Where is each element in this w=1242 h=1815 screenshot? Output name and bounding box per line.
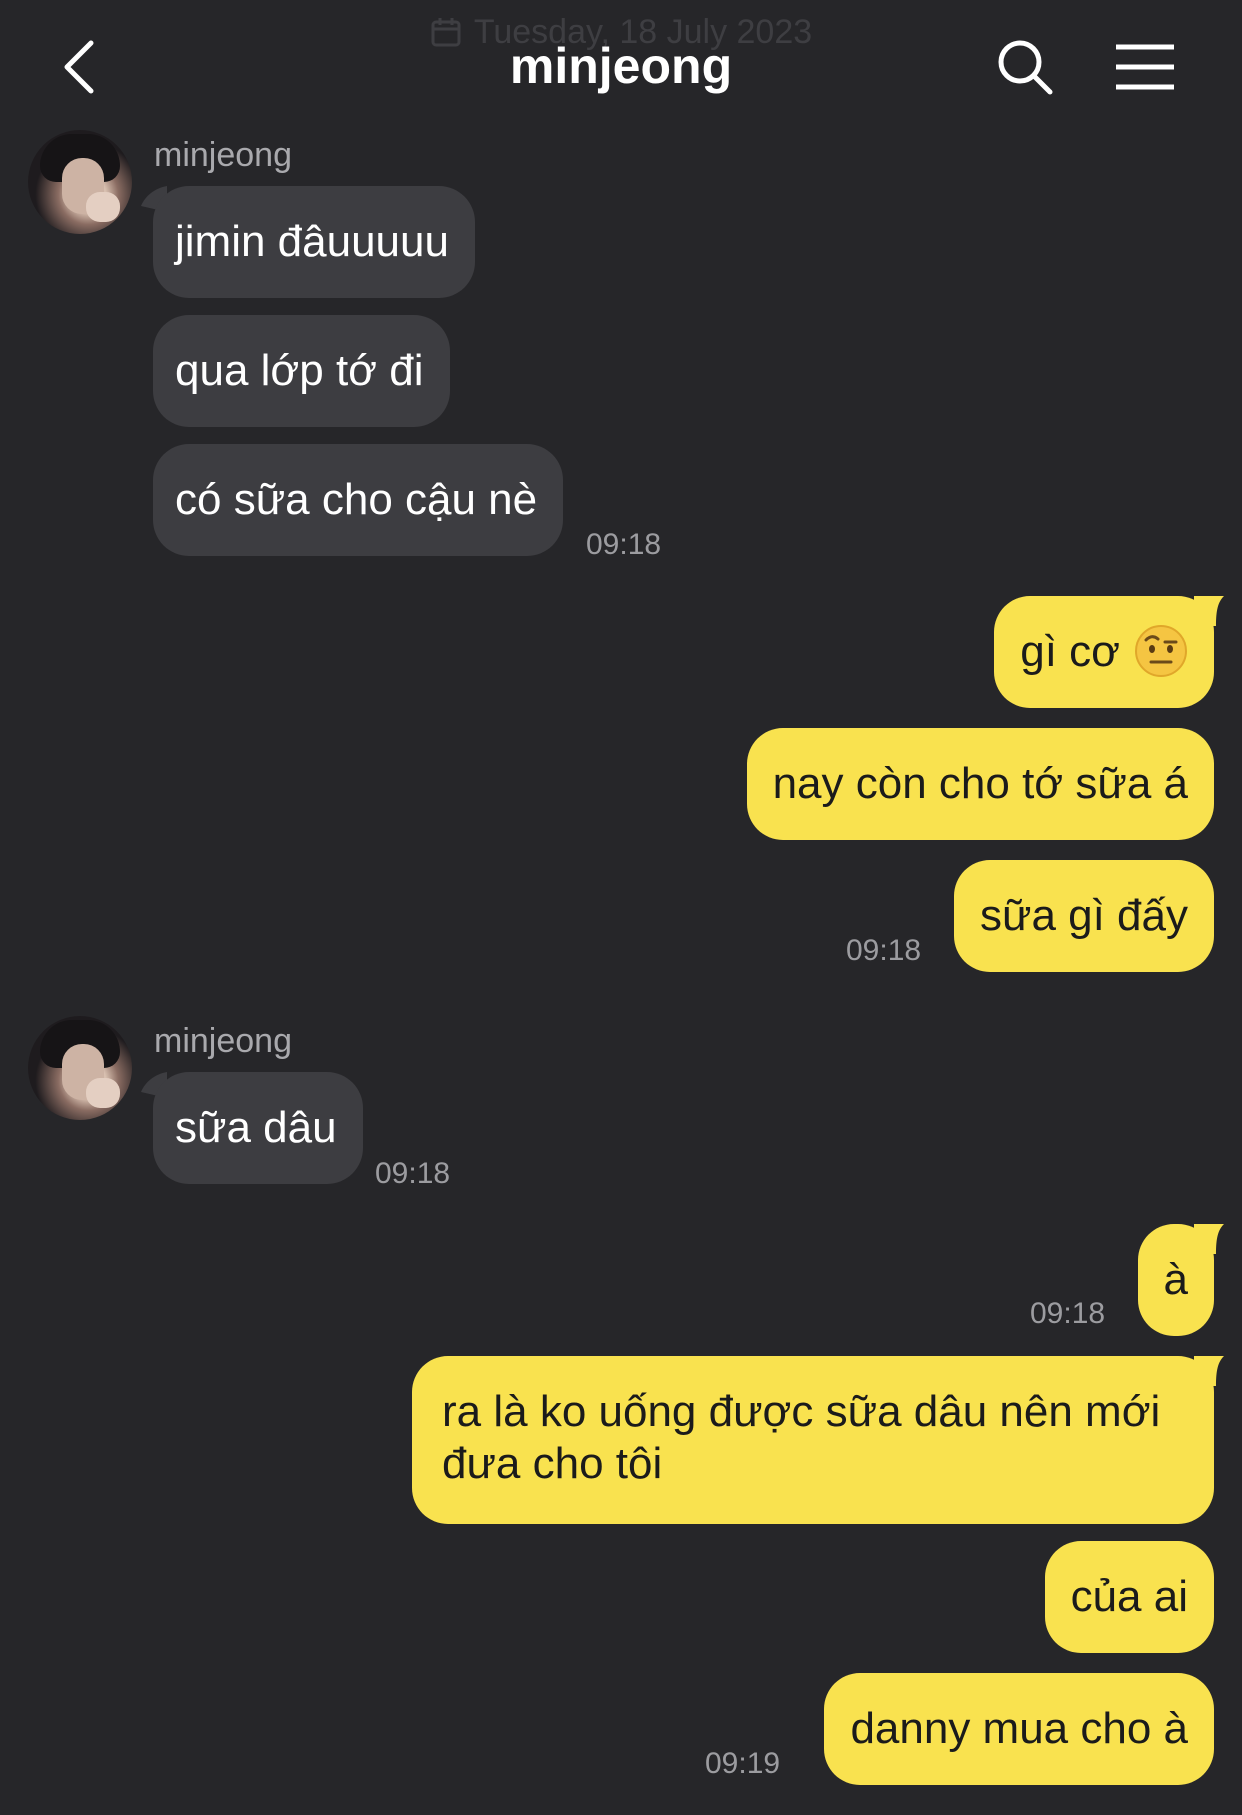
incoming-message[interactable]: có sữa cho cậu nè <box>153 444 564 556</box>
outgoing-message[interactable]: danny mua cho à <box>824 1673 1214 1785</box>
incoming-message[interactable]: sữa dâu <box>153 1072 363 1184</box>
message-time: 09:18 <box>586 528 662 561</box>
chevron-left-icon <box>64 40 94 94</box>
chat-header: Tuesday, 18 July 2023 minjeong <box>0 0 1242 130</box>
search-icon <box>998 40 1053 95</box>
outgoing-message[interactable]: gì cơ <box>994 596 1214 708</box>
message-time: 09:19 <box>705 1747 781 1780</box>
avatar[interactable] <box>28 1016 132 1120</box>
message-time: 09:18 <box>375 1157 451 1190</box>
outgoing-message[interactable]: ra là ko uống được sữa dâu nên mới đưa c… <box>412 1356 1214 1524</box>
outgoing-message[interactable]: à <box>1137 1224 1214 1336</box>
back-button[interactable] <box>44 32 114 102</box>
outgoing-message[interactable]: sữa gì đấy <box>953 860 1214 972</box>
hamburger-menu-icon <box>1116 44 1174 90</box>
raised-eyebrow-face-emoji <box>1135 625 1187 677</box>
message-text: gì cơ <box>1020 627 1120 676</box>
outgoing-message[interactable]: của ai <box>1044 1541 1214 1653</box>
avatar[interactable] <box>28 130 132 234</box>
sender-name: minjeong <box>154 1022 292 1060</box>
menu-button[interactable] <box>1110 32 1180 102</box>
incoming-message[interactable]: jimin đâuuuuu <box>153 186 475 298</box>
sender-name: minjeong <box>154 136 292 174</box>
message-time: 09:18 <box>1030 1297 1106 1330</box>
outgoing-message[interactable]: nay còn cho tớ sữa á <box>746 728 1214 840</box>
incoming-message[interactable]: qua lớp tớ đi <box>153 315 450 427</box>
message-time: 09:18 <box>846 934 922 967</box>
search-button[interactable] <box>990 32 1060 102</box>
